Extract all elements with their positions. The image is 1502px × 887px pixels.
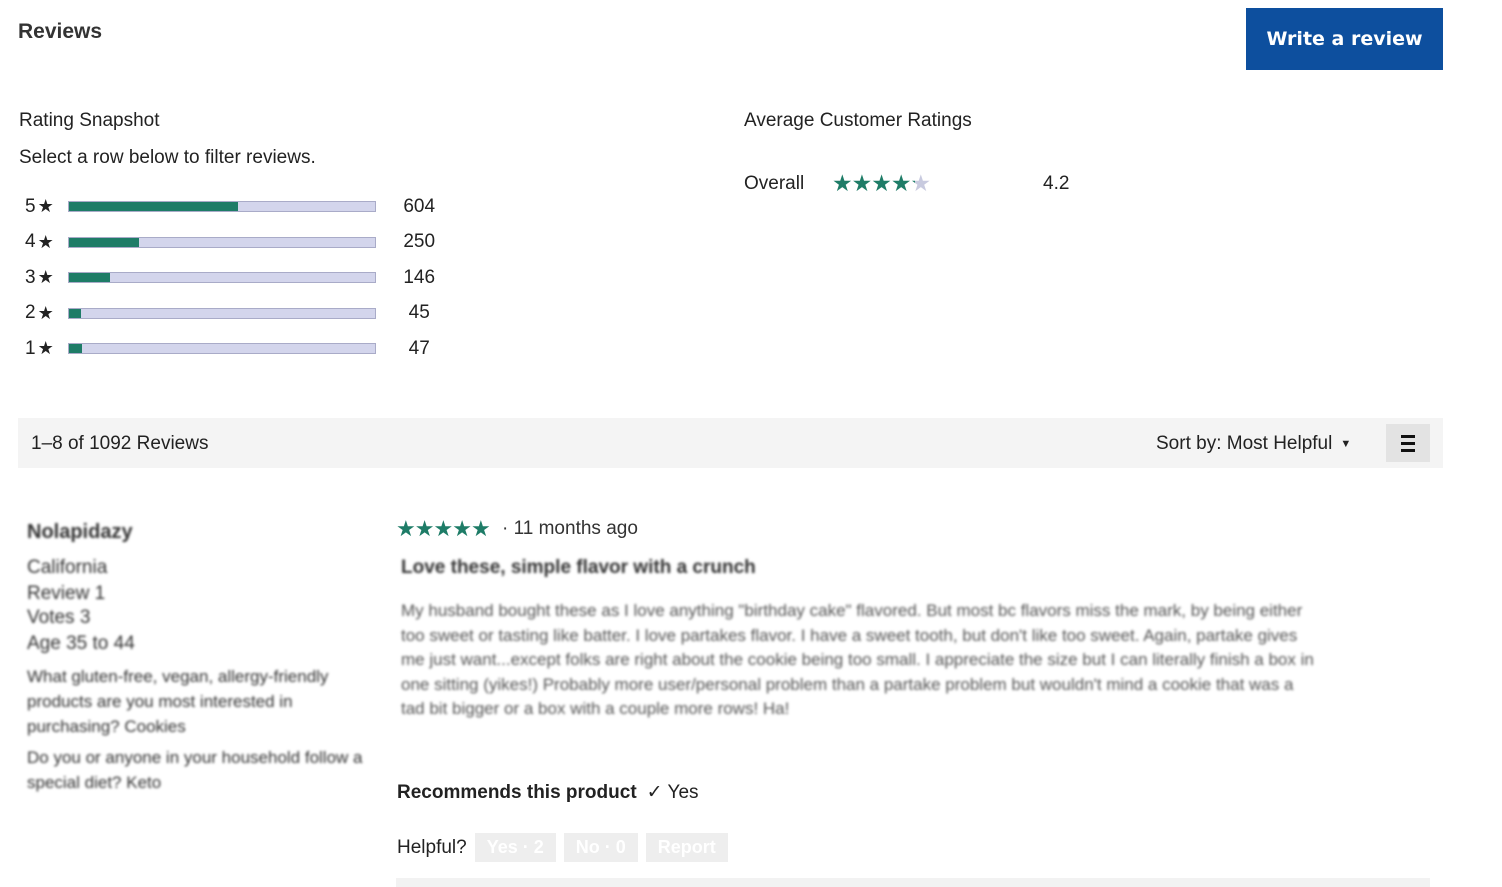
rating-row-5[interactable]: 5 ★ 604 <box>22 189 462 225</box>
reviewer-question-2: Do you or anyone in your household follo… <box>27 748 363 792</box>
star-filled-icon: ★ <box>433 516 453 541</box>
star-filled-icon: ★ <box>396 516 416 541</box>
checkmark-icon: ✓ <box>646 782 663 803</box>
overall-star-rating: ★★★★★ <box>832 170 932 197</box>
reviewer-review-count: Review 1 <box>27 583 106 604</box>
rating-bar-fill <box>68 273 110 283</box>
sort-dropdown[interactable]: Sort by: Most Helpful ▼ <box>1156 433 1351 455</box>
review-title: Love these, simple flavor with a crunch <box>401 557 756 578</box>
reviews-heading: Reviews <box>18 20 103 43</box>
rating-bar <box>67 272 377 284</box>
rating-bar-fill <box>68 202 239 212</box>
filter-menu-button[interactable] <box>1386 424 1430 462</box>
reviewer-name: Nolapidazy <box>27 521 133 543</box>
review-date: · 11 months ago <box>502 518 638 539</box>
reviewer-age: Age 35 to 44 <box>27 633 135 654</box>
helpful-section: Helpful? Yes · 2 No · 0 Report <box>397 833 728 862</box>
average-ratings-title: Average Customer Ratings <box>744 110 972 131</box>
rating-histogram: 5 ★ 604 4 ★ 250 3 ★ 146 2 ★ 45 1 ★ 47 <box>22 189 462 367</box>
caret-down-icon: ▼ <box>1340 437 1352 450</box>
rating-bar-fill <box>68 344 82 354</box>
rating-snapshot-title: Rating Snapshot <box>19 110 160 131</box>
reviews-toolbar: 1–8 of 1092 Reviews Sort by: Most Helpfu… <box>18 418 1443 468</box>
star-filled-icon: ★ <box>851 170 873 196</box>
reviewer-info: Nolapidazy California Review 1 Votes 3 A… <box>27 518 372 795</box>
helpful-no-button[interactable]: No · 0 <box>563 833 638 862</box>
review-body: My husband bought these as I love anythi… <box>401 601 1314 718</box>
reviewer-votes: Votes 3 <box>27 607 91 628</box>
rating-row-count: 604 <box>403 195 436 217</box>
rating-row-stars: 3 <box>25 266 36 288</box>
rating-bar <box>67 236 377 248</box>
recommends-value: Yes <box>667 782 699 803</box>
review-star-rating: ★★★★★ <box>396 516 491 542</box>
overall-value: 4.2 <box>1043 173 1070 194</box>
star-icon: ★ <box>37 302 54 323</box>
rating-row-count: 250 <box>403 231 436 253</box>
star-filled-icon: ★ <box>871 170 892 196</box>
hamburger-icon <box>1401 434 1415 452</box>
star-filled-icon: ★ <box>452 516 472 541</box>
report-button[interactable]: Report <box>645 833 728 862</box>
rating-row-1[interactable]: 1 ★ 47 <box>22 331 462 367</box>
rating-bar <box>67 307 377 319</box>
rating-row-4[interactable]: 4 ★ 250 <box>22 225 462 261</box>
write-review-button[interactable]: Write a review <box>1246 8 1443 70</box>
rating-row-stars: 4 <box>25 231 36 253</box>
rating-row-count: 45 <box>408 302 430 324</box>
overall-label: Overall <box>744 173 805 194</box>
rating-row-count: 47 <box>408 337 430 359</box>
star-partial-icon: ★ <box>910 170 932 196</box>
reviews-count: 1–8 of 1092 Reviews <box>31 433 209 454</box>
rating-bar <box>67 201 377 213</box>
rating-row-3[interactable]: 3 ★ 146 <box>22 260 462 296</box>
star-filled-icon: ★ <box>414 516 435 541</box>
star-icon: ★ <box>37 231 54 252</box>
rating-bar-fill <box>68 237 140 247</box>
next-review-divider <box>396 878 1430 887</box>
sort-label: Sort by: Most Helpful <box>1156 433 1333 454</box>
star-filled-icon: ★ <box>832 170 853 196</box>
rating-row-stars: 1 <box>25 337 36 359</box>
star-icon: ★ <box>37 267 54 288</box>
rating-bar-fill <box>68 308 82 318</box>
rating-row-stars: 5 <box>25 195 36 217</box>
star-filled-icon: ★ <box>890 170 912 196</box>
rating-row-count: 146 <box>403 266 436 288</box>
star-icon: ★ <box>37 196 54 217</box>
reviewer-question-1: What gluten-free, vegan, allergy-friendl… <box>27 667 329 736</box>
recommends-label: Recommends this product <box>397 782 637 803</box>
recommends-product: Recommends this product ✓ Yes <box>397 781 699 804</box>
star-icon: ★ <box>37 338 54 359</box>
rating-snapshot-subtitle: Select a row below to filter reviews. <box>19 147 316 168</box>
star-filled-icon: ★ <box>470 516 491 541</box>
reviewer-location: California <box>27 557 108 578</box>
rating-row-stars: 2 <box>25 302 36 324</box>
helpful-yes-button[interactable]: Yes · 2 <box>474 833 556 862</box>
rating-row-2[interactable]: 2 ★ 45 <box>22 296 462 332</box>
rating-bar <box>67 343 377 355</box>
helpful-label: Helpful? <box>397 836 467 858</box>
